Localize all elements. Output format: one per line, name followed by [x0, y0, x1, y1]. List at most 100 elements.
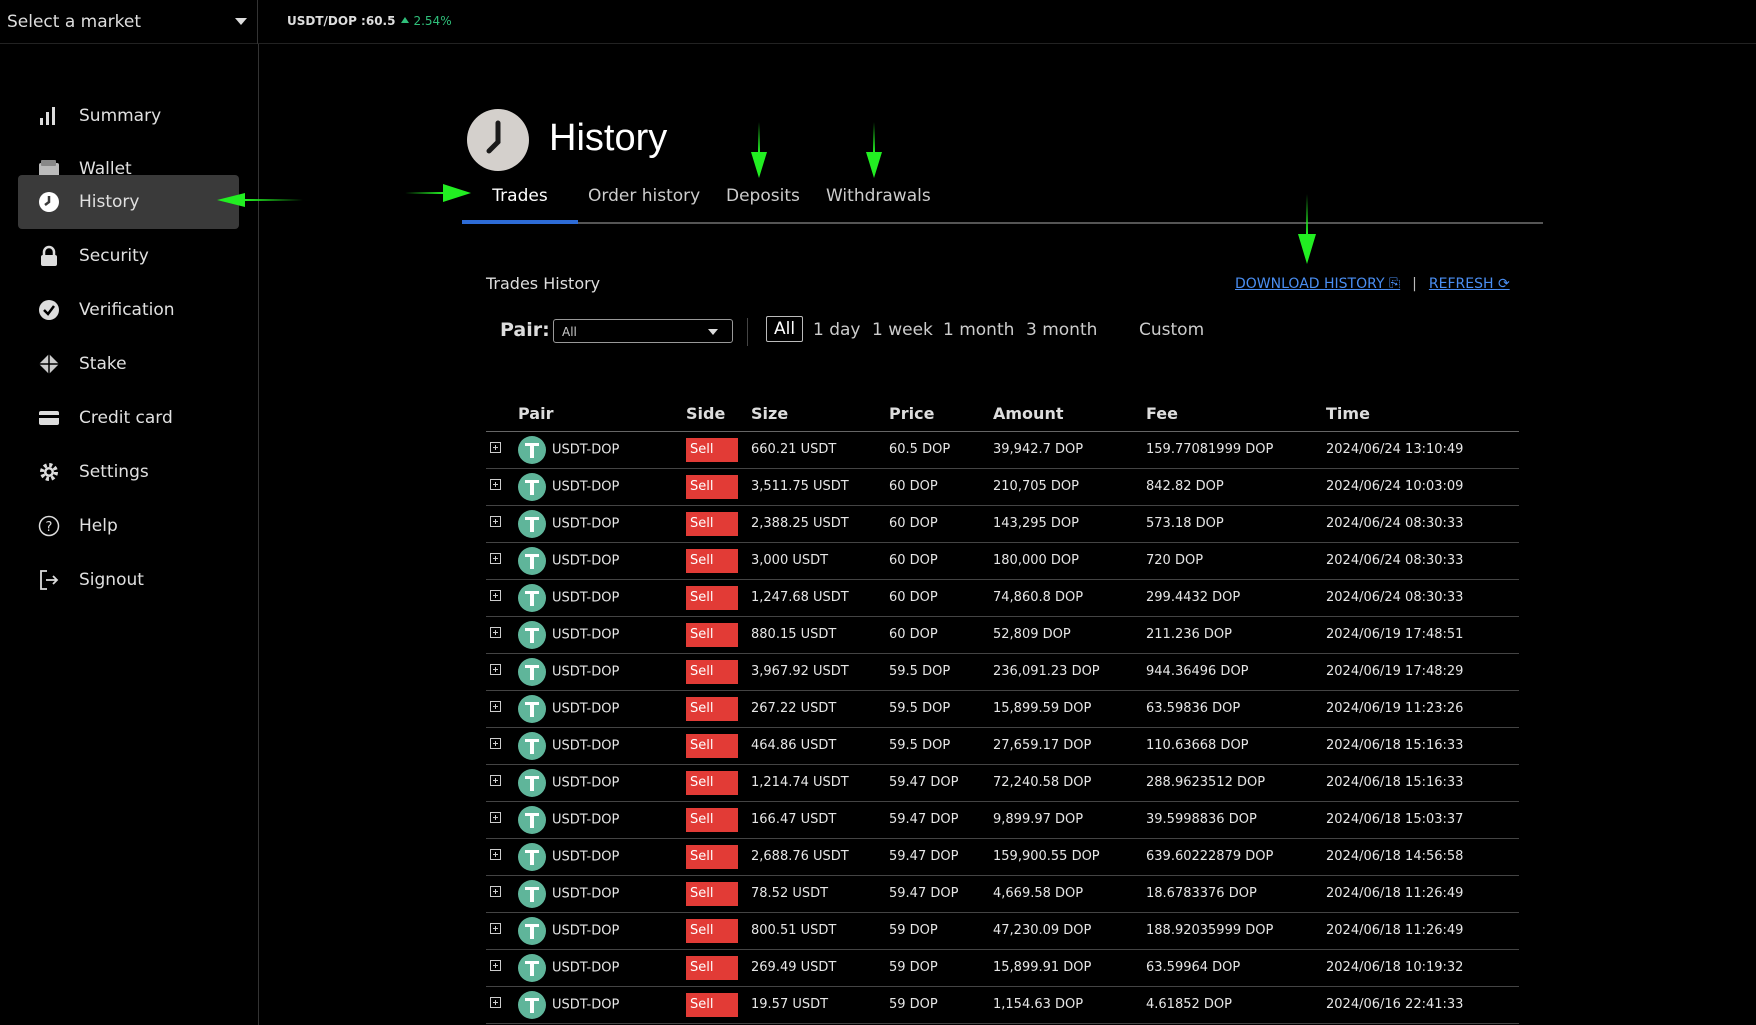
tab-order-history[interactable]: Order history	[588, 186, 700, 224]
tab-trades[interactable]: Trades	[462, 186, 578, 224]
side-badge: Sell	[686, 807, 738, 832]
sidebar-item-credit-card[interactable]: Credit card	[18, 391, 239, 445]
expand-plus-icon[interactable]	[490, 553, 501, 564]
table-row[interactable]: USDT-DOP Sell 464.86 USDT 59.5 DOP 27,659.17…	[486, 727, 1519, 765]
sidebar-item-stake[interactable]: Stake	[18, 337, 239, 391]
range-1-month[interactable]: 1 month	[943, 320, 1014, 340]
table-row[interactable]: USDT-DOP Sell 78.52 USDT 59.47 DOP 4,669.58 …	[486, 875, 1519, 913]
pair-value: USDT-DOP	[552, 849, 620, 864]
table-row[interactable]: USDT-DOP Sell 2,688.76 USDT 59.47 DOP 159,90…	[486, 838, 1519, 876]
table-row[interactable]: USDT-DOP Sell 3,967.92 USDT 59.5 DOP 236,091…	[486, 653, 1519, 691]
table-row[interactable]: USDT-DOP Sell 269.49 USDT 59 DOP 15,899.91 D…	[486, 949, 1519, 987]
side-cell: Sell	[686, 801, 751, 839]
refresh-link[interactable]: REFRESH ⟳	[1429, 276, 1510, 292]
trades-table: Pair Side Size Price Amount Fee Time USD…	[486, 396, 1519, 1024]
sidebar-item-verification[interactable]: Verification	[18, 283, 239, 337]
time-cell: 2024/06/19 11:23:26	[1326, 690, 1519, 728]
range-3-month[interactable]: 3 month	[1026, 320, 1097, 340]
table-row[interactable]: USDT-DOP Sell 3,511.75 USDT 60 DOP 210,705 D…	[486, 468, 1519, 506]
amount-cell: 236,091.23 DOP	[993, 653, 1146, 691]
pair-value: USDT-DOP	[552, 923, 620, 938]
expand-plus-icon[interactable]	[490, 886, 501, 897]
range-custom[interactable]: Custom	[1139, 320, 1204, 340]
sidebar-item-security[interactable]: Security	[18, 229, 239, 283]
table-row[interactable]: USDT-DOP Sell 166.47 USDT 59.47 DOP 9,899.97…	[486, 801, 1519, 839]
time-cell: 2024/06/18 15:16:33	[1326, 727, 1519, 765]
size-cell: 800.51 USDT	[751, 912, 889, 950]
expand-plus-icon[interactable]	[490, 442, 501, 453]
side-badge: Sell	[686, 992, 738, 1017]
table-row[interactable]: USDT-DOP Sell 267.22 USDT 59.5 DOP 15,899.59…	[486, 690, 1519, 728]
expand-cell	[486, 875, 518, 913]
download-history-label: DOWNLOAD HISTORY	[1235, 276, 1385, 292]
expand-cell	[486, 949, 518, 987]
ticker[interactable]: USDT/DOP :60.5 2.54%	[287, 14, 452, 28]
tab-deposits[interactable]: Deposits	[726, 186, 800, 224]
tab-withdrawals[interactable]: Withdrawals	[826, 186, 931, 224]
table-row[interactable]: USDT-DOP Sell 1,214.74 USDT 59.47 DOP 72,240…	[486, 764, 1519, 802]
range-1-day[interactable]: 1 day	[813, 320, 861, 340]
bar-chart-icon	[40, 107, 55, 125]
side-cell: Sell	[686, 764, 751, 802]
annotation-arrow-down	[866, 122, 882, 178]
pair-cell: USDT-DOP	[518, 764, 686, 802]
expand-plus-icon[interactable]	[490, 590, 501, 601]
fee-cell: 211.236 DOP	[1146, 616, 1326, 654]
sidebar-item-label: Security	[79, 246, 149, 266]
expand-plus-icon[interactable]	[490, 923, 501, 934]
expand-plus-icon[interactable]	[490, 812, 501, 823]
tether-coin-icon	[518, 694, 546, 723]
table-row[interactable]: USDT-DOP Sell 800.51 USDT 59 DOP 47,230.09 D…	[486, 912, 1519, 950]
download-history-link[interactable]: DOWNLOAD HISTORY ⎘	[1235, 276, 1400, 292]
expand-plus-icon[interactable]	[490, 775, 501, 786]
expand-plus-icon[interactable]	[490, 849, 501, 860]
expand-plus-icon[interactable]	[490, 997, 501, 1008]
table-row[interactable]: USDT-DOP Sell 660.21 USDT 60.5 DOP 39,942.7 …	[486, 431, 1519, 469]
size-cell: 464.86 USDT	[751, 727, 889, 765]
side-badge: Sell	[686, 955, 738, 980]
section-title: Trades History	[486, 274, 601, 293]
expand-plus-icon[interactable]	[490, 960, 501, 971]
table-row[interactable]: USDT-DOP Sell 880.15 USDT 60 DOP 52,809 DOP 2…	[486, 616, 1519, 654]
pair-cell: USDT-DOP	[518, 801, 686, 839]
pair-select[interactable]: All	[553, 319, 733, 343]
expand-plus-icon[interactable]	[490, 701, 501, 712]
table-row[interactable]: USDT-DOP Sell 1,247.68 USDT 60 DOP 74,860.8 …	[486, 579, 1519, 617]
sidebar-item-label: Settings	[79, 462, 149, 482]
expand-plus-icon[interactable]	[490, 738, 501, 749]
sidebar-item-history[interactable]: History	[18, 175, 239, 229]
market-select[interactable]: Select a market	[0, 0, 258, 44]
price-cell: 59.5 DOP	[889, 727, 993, 765]
side-cell: Sell	[686, 986, 751, 1024]
side-badge: Sell	[686, 696, 738, 721]
price-cell: 59.47 DOP	[889, 838, 993, 876]
sidebar-item-settings[interactable]: Settings	[18, 445, 239, 499]
pair-value: USDT-DOP	[552, 664, 620, 679]
pair-value: USDT-DOP	[552, 775, 620, 790]
sidebar-item-summary[interactable]: Summary	[18, 89, 239, 143]
fee-cell: 18.6783376 DOP	[1146, 875, 1326, 913]
size-cell: 19.57 USDT	[751, 986, 889, 1024]
fee-cell: 842.82 DOP	[1146, 468, 1326, 506]
expand-plus-icon[interactable]	[490, 479, 501, 490]
range-all[interactable]: All	[766, 316, 804, 342]
fee-cell: 63.59836 DOP	[1146, 690, 1326, 728]
expand-plus-icon[interactable]	[490, 627, 501, 638]
range-1-week[interactable]: 1 week	[872, 320, 933, 340]
fee-cell: 639.60222879 DOP	[1146, 838, 1326, 876]
expand-plus-icon[interactable]	[490, 664, 501, 675]
table-row[interactable]: USDT-DOP Sell 2,388.25 USDT 60 DOP 143,295 D…	[486, 505, 1519, 543]
expand-cell	[486, 986, 518, 1024]
tether-coin-icon	[518, 916, 546, 945]
pair-cell: USDT-DOP	[518, 949, 686, 987]
table-row[interactable]: USDT-DOP Sell 19.57 USDT 59 DOP 1,154.63 DOP…	[486, 986, 1519, 1024]
tether-coin-icon	[518, 731, 546, 760]
time-cell: 2024/06/24 08:30:33	[1326, 542, 1519, 580]
amount-cell: 52,809 DOP	[993, 616, 1146, 654]
time-cell: 2024/06/16 22:41:33	[1326, 986, 1519, 1024]
expand-plus-icon[interactable]	[490, 516, 501, 527]
sidebar-item-help[interactable]: ? Help	[18, 499, 239, 553]
side-cell: Sell	[686, 505, 751, 543]
sidebar-item-signout[interactable]: Signout	[18, 553, 239, 607]
table-row[interactable]: USDT-DOP Sell 3,000 USDT 60 DOP 180,000 DOP 7…	[486, 542, 1519, 580]
